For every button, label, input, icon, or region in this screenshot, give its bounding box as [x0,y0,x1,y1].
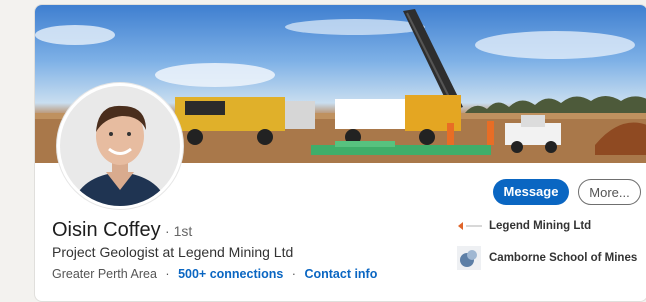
current-company-link[interactable]: Legend Mining Ltd [457,219,591,233]
profile-headline: Project Geologist at Legend Mining Ltd [52,244,294,260]
camborne-school-logo-icon [457,246,481,270]
separator: · [165,267,170,281]
profile-meta-row: Greater Perth Area · 500+ connections · … [52,267,377,281]
profile-location: Greater Perth Area [52,267,157,281]
more-button[interactable]: More... [578,179,641,205]
profile-avatar[interactable] [57,83,183,209]
connection-degree-badge: · 1st [165,223,193,239]
education-school-link[interactable]: Camborne School of Mines [457,246,637,270]
profile-card: Oisin Coffey · 1st Project Geologist at … [34,4,646,302]
profile-name: Oisin Coffey [52,219,161,241]
profile-name-row: Oisin Coffey · 1st [52,219,192,242]
connections-link[interactable]: 500+ connections [178,267,283,281]
separator: · [291,267,296,281]
contact-info-link[interactable]: Contact info [304,267,377,281]
legend-mining-logo-icon [457,219,483,233]
school-name: Camborne School of Mines [489,252,638,264]
profile-photo [60,86,180,206]
company-name: Legend Mining Ltd [489,220,592,232]
message-button[interactable]: Message [493,179,569,205]
